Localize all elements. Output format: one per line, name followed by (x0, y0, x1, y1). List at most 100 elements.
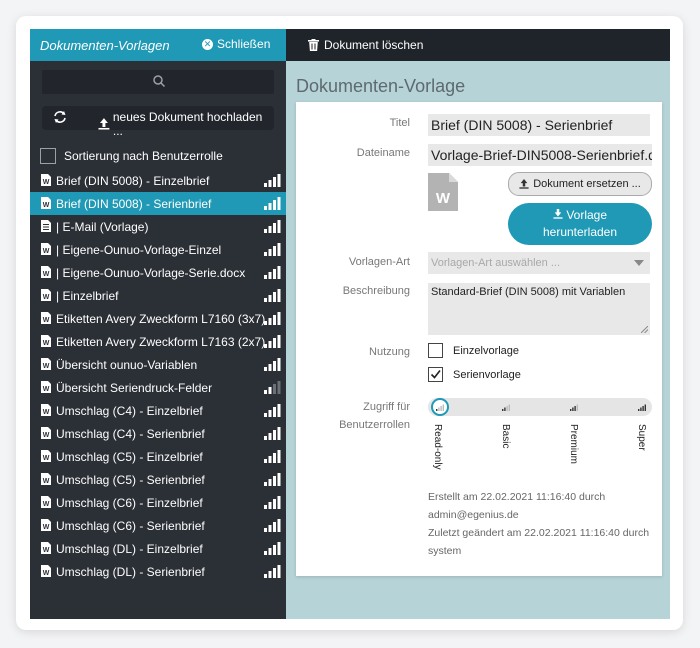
document-list-item[interactable]: W Übersicht Seriendruck-Felder (30, 376, 286, 399)
close-button[interactable]: ✕ Schließen (202, 37, 270, 51)
page-title: Dokumenten-Vorlage (296, 76, 466, 96)
document-list-item[interactable]: W Umschlag (C6) - Einzelbrief (30, 491, 286, 514)
signal-bars-icon (264, 243, 281, 256)
checkmark-icon (430, 370, 441, 379)
search-icon (153, 75, 166, 88)
resize-grip-icon[interactable] (641, 326, 648, 333)
word-file-icon: W (41, 266, 51, 278)
access-level-label: Super (636, 424, 647, 451)
document-list-item[interactable]: W Übersicht ounuo-Variablen (30, 353, 286, 376)
svg-text:W: W (43, 294, 50, 301)
signal-bars-icon (570, 404, 578, 411)
template-type-select[interactable]: Vorlagen-Art auswählen ... (428, 252, 650, 274)
usage-single-option[interactable]: Einzelvorlage (428, 343, 519, 358)
document-list-item[interactable]: W Umschlag (C4) - Serienbrief (30, 422, 286, 445)
type-label: Vorlagen-Art (348, 256, 410, 268)
signal-bars-icon (264, 266, 281, 279)
signal-bars-icon (502, 404, 510, 411)
signal-bars-icon (264, 197, 281, 210)
modified-by: system (428, 545, 462, 557)
usage-serial-checkbox[interactable] (428, 367, 443, 382)
created-by: admin@egenius.de (428, 509, 519, 521)
access-level-label: Premium (568, 424, 579, 465)
svg-text:W: W (43, 570, 50, 577)
signal-bars-icon (264, 519, 281, 532)
document-list-item[interactable]: W Umschlag (C4) - Einzelbrief (30, 399, 286, 422)
document-list-item-label: Umschlag (C4) - Serienbrief (56, 427, 205, 441)
document-list-item[interactable]: W Etiketten Avery Zweckform L7160 (3x7) (30, 307, 286, 330)
caret-down-icon (634, 260, 644, 266)
title-input[interactable]: Brief (DIN 5008) - Serienbrief (428, 114, 650, 136)
document-list-item[interactable]: W | Eigene-Ounuo-Vorlage-Serie.docx (30, 261, 286, 284)
signal-bars-icon (264, 427, 281, 440)
search-input[interactable] (42, 70, 274, 94)
document-list-item[interactable]: W Brief (DIN 5008) - Einzelbrief (30, 169, 286, 192)
svg-text:W: W (43, 432, 50, 439)
signal-bars-icon (264, 289, 281, 302)
document-list-item-label: Etiketten Avery Zweckform L7163 (2x7) (56, 335, 266, 349)
upload-label: neues Dokument hochladen ... (112, 110, 263, 138)
svg-text:W: W (43, 455, 50, 462)
document-list-item[interactable]: W Umschlag (C5) - Einzelbrief (30, 445, 286, 468)
document-list-item[interactable]: W | Eigene-Ounuo-Vorlage-Einzel (30, 238, 286, 261)
access-level-stop[interactable] (431, 398, 449, 416)
download-template-button[interactable]: Vorlage herunterladen (508, 203, 652, 245)
metadata: Erstellt am 22.02.2021 11:16:40 durch ad… (428, 488, 654, 560)
signal-bars-icon (436, 404, 444, 411)
access-level-label: Basic (500, 424, 511, 449)
signal-bars-icon (264, 542, 281, 555)
word-file-icon: W (41, 473, 51, 485)
download-label-line1: Vorlage (566, 208, 608, 222)
document-list-item-label: Etiketten Avery Zweckform L7160 (3x7) (56, 312, 266, 326)
document-list-item-label: Umschlag (DL) - Einzelbrief (56, 542, 203, 556)
signal-bars-icon (264, 496, 281, 509)
usage-label: Nutzung (369, 346, 410, 358)
word-file-icon: W (41, 542, 51, 554)
filename-input[interactable]: Vorlage-Brief-DIN5008-Serienbrief.docx (428, 144, 652, 166)
access-level-stop[interactable] (567, 400, 581, 414)
document-list-item[interactable]: W Brief (DIN 5008) - Serienbrief (30, 192, 286, 215)
upload-icon (519, 179, 529, 189)
document-list-item[interactable]: W | Einzelbrief (30, 284, 286, 307)
access-level-slider[interactable] (428, 398, 652, 416)
usage-single-checkbox[interactable] (428, 343, 443, 358)
document-list-item[interactable]: W Umschlag (DL) - Serienbrief (30, 560, 286, 583)
signal-bars-icon (638, 404, 646, 411)
sort-checkbox[interactable] (40, 148, 56, 164)
word-file-icon: W (41, 381, 51, 393)
usage-serial-option[interactable]: Serienvorlage (428, 367, 521, 382)
document-list-item[interactable]: W Etiketten Avery Zweckform L7163 (2x7) (30, 330, 286, 353)
document-list-item-label: | Einzelbrief (56, 289, 119, 303)
replace-document-button[interactable]: Dokument ersetzen ... (508, 172, 652, 196)
template-detail: Dokument löschen Dokumenten-Vorlage Tite… (286, 29, 670, 619)
description-textarea[interactable]: Standard-Brief (DIN 5008) mit Variablen (428, 283, 650, 335)
document-list-item-label: Umschlag (DL) - Serienbrief (56, 565, 205, 579)
signal-bars-icon (264, 450, 281, 463)
word-file-icon: W (41, 427, 51, 439)
upload-document-button[interactable]: neues Dokument hochladen ... (98, 110, 274, 138)
filename-label: Dateiname (356, 147, 410, 159)
document-list-item-label: Umschlag (C6) - Serienbrief (56, 519, 205, 533)
sidebar-toolbar: neues Dokument hochladen ... (42, 106, 274, 138)
document-list-item[interactable]: W Umschlag (C5) - Serienbrief (30, 468, 286, 491)
document-list-item[interactable]: W Umschlag (DL) - Einzelbrief (30, 537, 286, 560)
document-list-item[interactable]: W Umschlag (C6) - Serienbrief (30, 514, 286, 537)
svg-text:W: W (43, 202, 50, 209)
delete-document-button[interactable]: Dokument löschen (308, 38, 423, 52)
document-list-item-label: | Eigene-Ounuo-Vorlage-Einzel (56, 243, 222, 257)
signal-bars-icon (264, 174, 281, 187)
download-icon (553, 209, 563, 219)
sort-by-role-toggle[interactable]: Sortierung nach Benutzerrolle (40, 148, 223, 164)
upload-icon (98, 118, 110, 130)
close-label: Schließen (217, 37, 271, 51)
trash-icon (308, 39, 319, 51)
description-value: Standard-Brief (DIN 5008) mit Variablen (431, 286, 626, 298)
refresh-icon[interactable] (53, 110, 67, 124)
access-level-stop[interactable] (499, 400, 513, 414)
document-list-item-label: Übersicht ounuo-Variablen (56, 358, 198, 372)
word-file-icon: W (41, 519, 51, 531)
svg-text:W: W (436, 190, 451, 207)
access-level-stop[interactable] (635, 400, 649, 414)
document-list-item-label: Umschlag (C5) - Einzelbrief (56, 450, 203, 464)
document-list-item[interactable]: | E-Mail (Vorlage) (30, 215, 286, 238)
